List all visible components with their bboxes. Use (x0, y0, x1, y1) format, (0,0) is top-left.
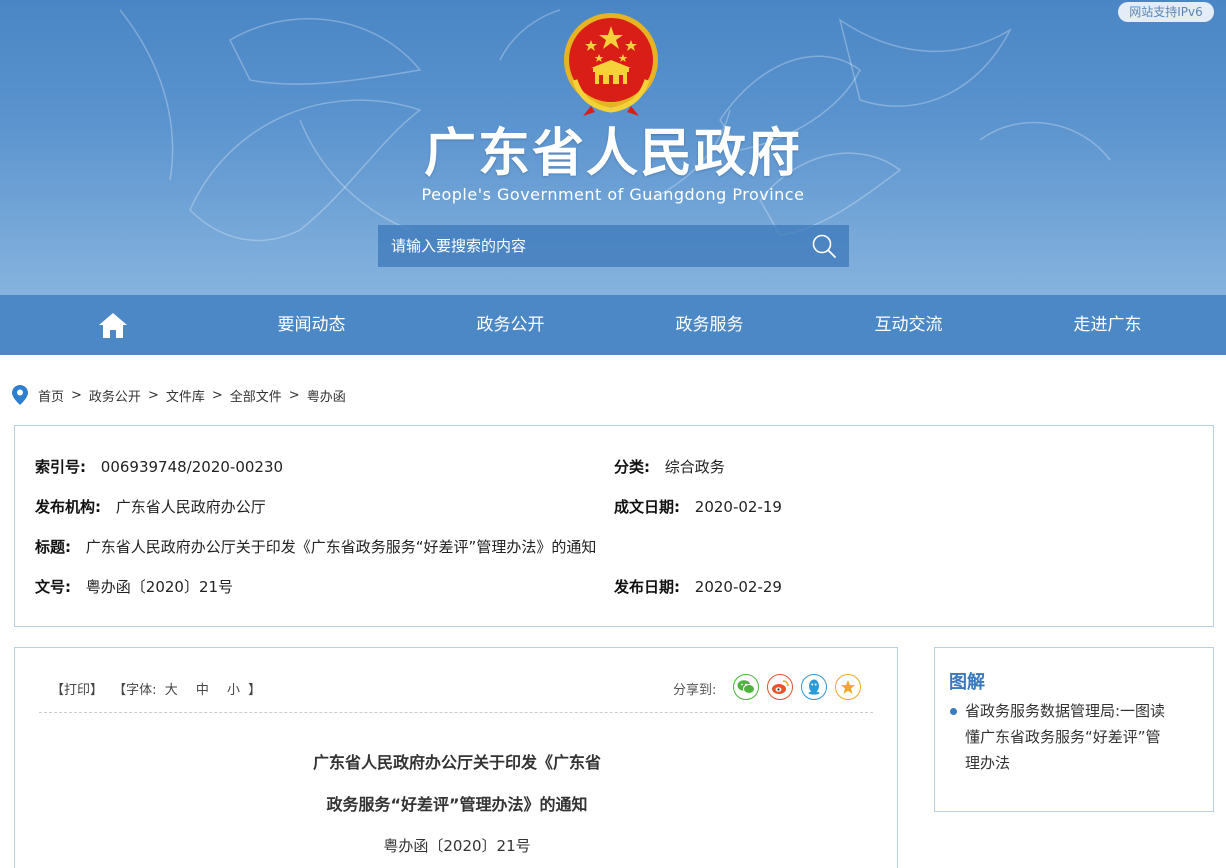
share-weibo-button[interactable] (767, 674, 793, 700)
nav-item-news[interactable]: 要闻动态 (212, 295, 411, 355)
share-wechat-button[interactable] (733, 674, 759, 700)
info-title-row: 标题: 广东省人民政府办公厅关于印发《广东省政务服务“好差评”管理办法》的通知 (35, 537, 596, 557)
article-panel: 【打印】 【字体: 大 中 小 】 分享到: 广东省人民政府办公厅关于印发《广东… (14, 647, 898, 868)
info-publisher-label: 发布机构: (35, 498, 101, 516)
info-index-value: 006939748/2020-00230 (100, 458, 284, 476)
breadcrumb: 首页 > 政务公开 > 文件库 > 全部文件 > 粤办函 (12, 384, 346, 406)
breadcrumb-all-files[interactable]: 全部文件 (230, 386, 282, 405)
search-input[interactable] (378, 225, 798, 267)
nav-home[interactable] (13, 295, 212, 355)
info-publish-date-label: 发布日期: (614, 578, 680, 596)
breadcrumb-current[interactable]: 粤办函 (307, 386, 346, 405)
font-size-prefix: 【字体: (113, 683, 157, 698)
info-written-date-label: 成文日期: (614, 498, 680, 516)
search-bar (378, 225, 849, 267)
font-medium-button[interactable]: 中 (196, 683, 209, 698)
font-small-button[interactable]: 小 (227, 683, 240, 698)
search-button[interactable] (798, 225, 849, 267)
main-nav: 要闻动态 政务公开 政务服务 互动交流 走进广东 (0, 295, 1226, 355)
info-publisher-row: 发布机构: 广东省人民政府办公厅 (35, 497, 266, 517)
info-category-label: 分类: (614, 458, 650, 476)
info-index-row: 索引号: 006939748/2020-00230 (35, 457, 283, 477)
home-icon (98, 313, 127, 338)
info-publish-date-row: 发布日期: 2020-02-29 (614, 577, 782, 597)
nav-item-gov-services[interactable]: 政务服务 (610, 295, 809, 355)
search-icon (812, 234, 836, 258)
info-index-label: 索引号: (35, 458, 86, 476)
toolbar-divider (39, 712, 873, 713)
article-toolbar: 【打印】 【字体: 大 中 小 】 (51, 679, 261, 698)
article-title-line1: 广东省人民政府办公厅关于印发《广东省 (312, 753, 601, 772)
breadcrumb-separator: > (147, 387, 159, 403)
breadcrumb-separator: > (288, 387, 300, 403)
info-written-date-row: 成文日期: 2020-02-19 (614, 497, 782, 517)
font-large-button[interactable]: 大 (165, 683, 178, 698)
font-size-suffix: 】 (248, 683, 262, 698)
info-category-row: 分类: 综合政务 (614, 457, 725, 477)
sidebar-infographic-line3: 理办法 (965, 754, 1011, 772)
article-title-line2: 政务服务“好差评”管理办法》的通知 (326, 795, 588, 814)
nav-item-about-guangdong[interactable]: 走进广东 (1008, 295, 1207, 355)
site-header: 网站支持IPv6 广东省人民政府 People's Government of … (0, 0, 1226, 295)
infographic-sidebar: 图解 省政务服务数据管理局:一图读 懂广东省政务服务“好差评”管 理办法 (934, 647, 1214, 812)
weibo-icon (772, 680, 789, 694)
breadcrumb-file-library[interactable]: 文件库 (166, 386, 205, 405)
share-qzone-button[interactable] (835, 674, 861, 700)
share-qq-button[interactable] (801, 674, 827, 700)
ipv6-badge: 网站支持IPv6 (1118, 2, 1214, 22)
breadcrumb-separator: > (71, 387, 82, 403)
sidebar-infographic-link[interactable]: 省政务服务数据管理局:一图读 懂广东省政务服务“好差评”管 理办法 (949, 698, 1205, 776)
info-title-value: 广东省人民政府办公厅关于印发《广东省政务服务“好差评”管理办法》的通知 (85, 538, 597, 556)
nav-item-gov-affairs-open[interactable]: 政务公开 (411, 295, 610, 355)
sidebar-infographic-line1: 省政务服务数据管理局:一图读 (965, 702, 1166, 720)
article-doc-number: 粤办函〔2020〕21号 (383, 837, 531, 855)
info-publisher-value: 广东省人民政府办公厅 (115, 498, 266, 516)
print-button[interactable]: 【打印】 (51, 683, 103, 698)
share-label: 分享到: (673, 683, 717, 698)
info-title-label: 标题: (35, 538, 71, 556)
qzone-icon (841, 680, 855, 694)
breadcrumb-separator: > (211, 387, 223, 403)
qq-icon (808, 679, 820, 695)
document-info-panel: 索引号: 006939748/2020-00230 分类: 综合政务 发布机构:… (14, 425, 1214, 627)
site-subtitle: People's Government of Guangdong Provinc… (421, 185, 805, 204)
info-doc-no-row: 文号: 粤办函〔2020〕21号 (35, 577, 233, 597)
info-doc-no-value: 粤办函〔2020〕21号 (85, 578, 234, 596)
location-pin-icon (12, 385, 28, 405)
nav-item-interaction[interactable]: 互动交流 (809, 295, 1008, 355)
bullet-dot (950, 708, 957, 715)
sidebar-infographic-line2: 懂广东省政务服务“好差评”管 (965, 728, 1161, 746)
sidebar-title: 图解 (949, 672, 985, 693)
breadcrumb-gov-affairs-open[interactable]: 政务公开 (89, 386, 141, 405)
info-written-date-value: 2020-02-19 (694, 498, 782, 516)
info-category-value: 综合政务 (664, 458, 725, 476)
site-title: 广东省人民政府 (423, 124, 802, 184)
breadcrumb-home[interactable]: 首页 (38, 386, 64, 405)
info-publish-date-value: 2020-02-29 (694, 578, 782, 596)
national-emblem-logo (564, 13, 658, 116)
wechat-icon (737, 680, 755, 694)
info-doc-no-label: 文号: (35, 578, 71, 596)
